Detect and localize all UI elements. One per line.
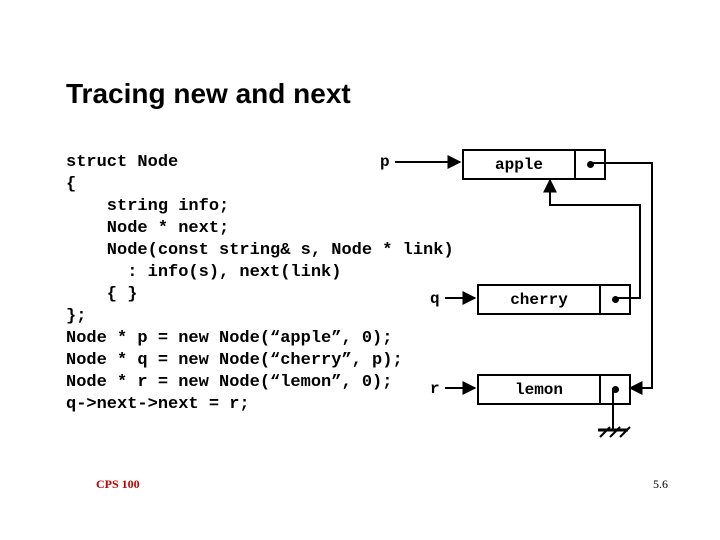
node-apple: apple [462,149,606,180]
node-apple-info: apple [464,151,574,178]
node-cherry-next-cell [599,286,629,313]
pointer-p-label: p [380,153,390,171]
footer-page-number: 5.6 [653,477,668,492]
pointer-q-label: q [430,290,440,308]
node-lemon: lemon [477,374,631,405]
node-cherry-info: cherry [479,286,599,313]
node-lemon-info: lemon [479,376,599,403]
code-block: struct Node { string info; Node * next; … [66,152,454,416]
footer-course: CPS 100 [96,477,140,492]
node-cherry: cherry [477,284,631,315]
dot-icon [587,161,594,168]
node-apple-next-cell [574,151,604,178]
slide-title: Tracing new and next [66,78,351,110]
pointer-r-label: r [430,380,440,398]
node-lemon-next-cell [599,376,629,403]
dot-icon [612,386,619,393]
dot-icon [612,296,619,303]
